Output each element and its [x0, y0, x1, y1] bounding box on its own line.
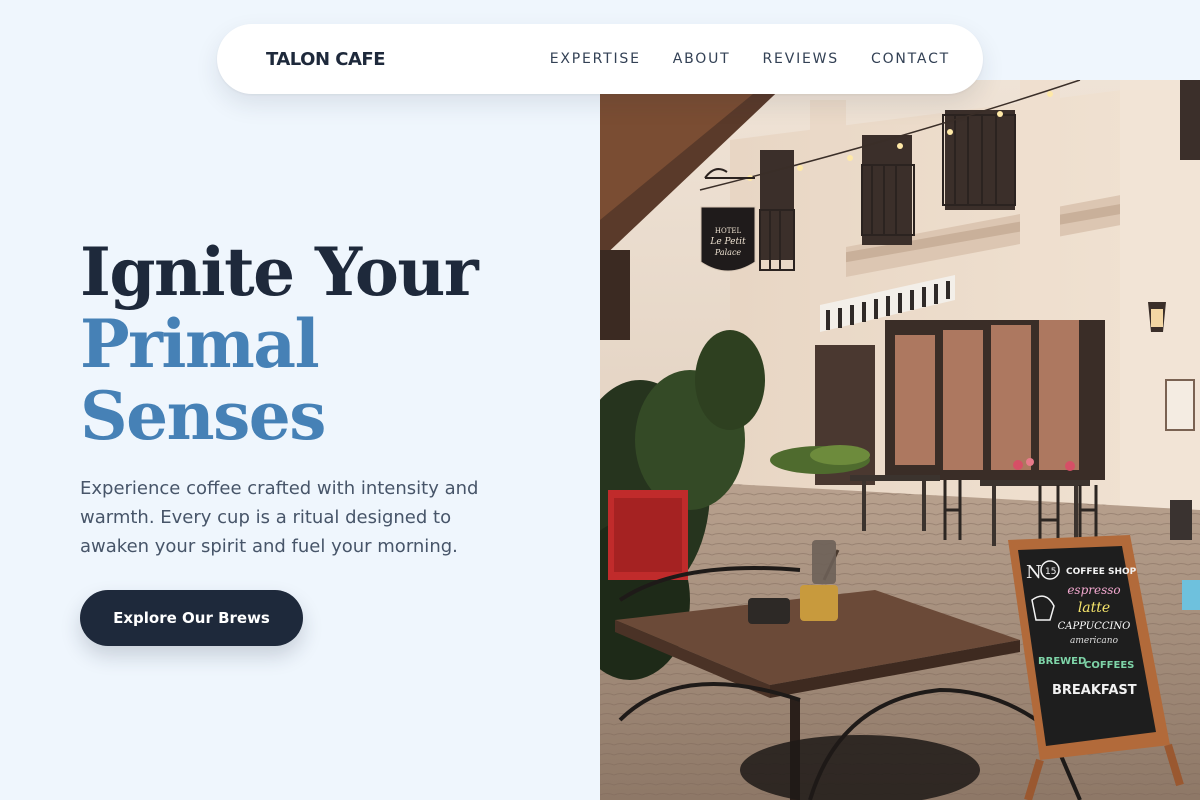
- top-nav: TALON CAFE EXPERTISE ABOUT REVIEWS CONTA…: [217, 24, 983, 94]
- svg-text:latte: latte: [1078, 600, 1110, 616]
- svg-text:COFFEE SHOP: COFFEE SHOP: [1066, 567, 1137, 577]
- headline-accent-line-2: Senses: [80, 377, 326, 455]
- svg-text:BREWED: BREWED: [1038, 656, 1086, 667]
- nav-link-contact[interactable]: CONTACT: [871, 51, 950, 67]
- svg-text:americano: americano: [1070, 636, 1119, 646]
- svg-text:15: 15: [1045, 567, 1056, 577]
- svg-text:COFFEES: COFFEES: [1084, 660, 1134, 671]
- hotel-sign: HOTEL Le Petit Palace: [709, 227, 746, 257]
- hero-description: Experience coffee crafted with intensity…: [80, 478, 479, 557]
- nav-link-about[interactable]: ABOUT: [673, 51, 731, 67]
- explore-brews-button[interactable]: Explore Our Brews: [80, 590, 303, 646]
- svg-text:Palace: Palace: [714, 248, 742, 257]
- nav-link-expertise[interactable]: EXPERTISE: [550, 51, 641, 67]
- svg-text:espresso: espresso: [1067, 583, 1120, 597]
- svg-text:N: N: [1026, 562, 1042, 583]
- hero-headline: Ignite Your Primal Senses: [80, 236, 580, 452]
- svg-text:CAPPUCCINO: CAPPUCCINO: [1058, 621, 1131, 632]
- headline-line-1: Ignite Your: [80, 233, 479, 311]
- nav-link-reviews[interactable]: REVIEWS: [763, 51, 839, 67]
- nav-links: EXPERTISE ABOUT REVIEWS CONTACT: [550, 51, 950, 67]
- headline-accent-line-1: Primal: [80, 305, 320, 383]
- brand-logo[interactable]: TALON CAFE: [266, 49, 386, 70]
- svg-text:HOTEL: HOTEL: [715, 227, 742, 235]
- hero-cafe-photo: HOTEL Le Petit Palace N 15 COFFEE SHOP e…: [600, 80, 1200, 800]
- svg-text:BREAKFAST: BREAKFAST: [1052, 683, 1137, 698]
- svg-text:Le Petit: Le Petit: [709, 237, 746, 247]
